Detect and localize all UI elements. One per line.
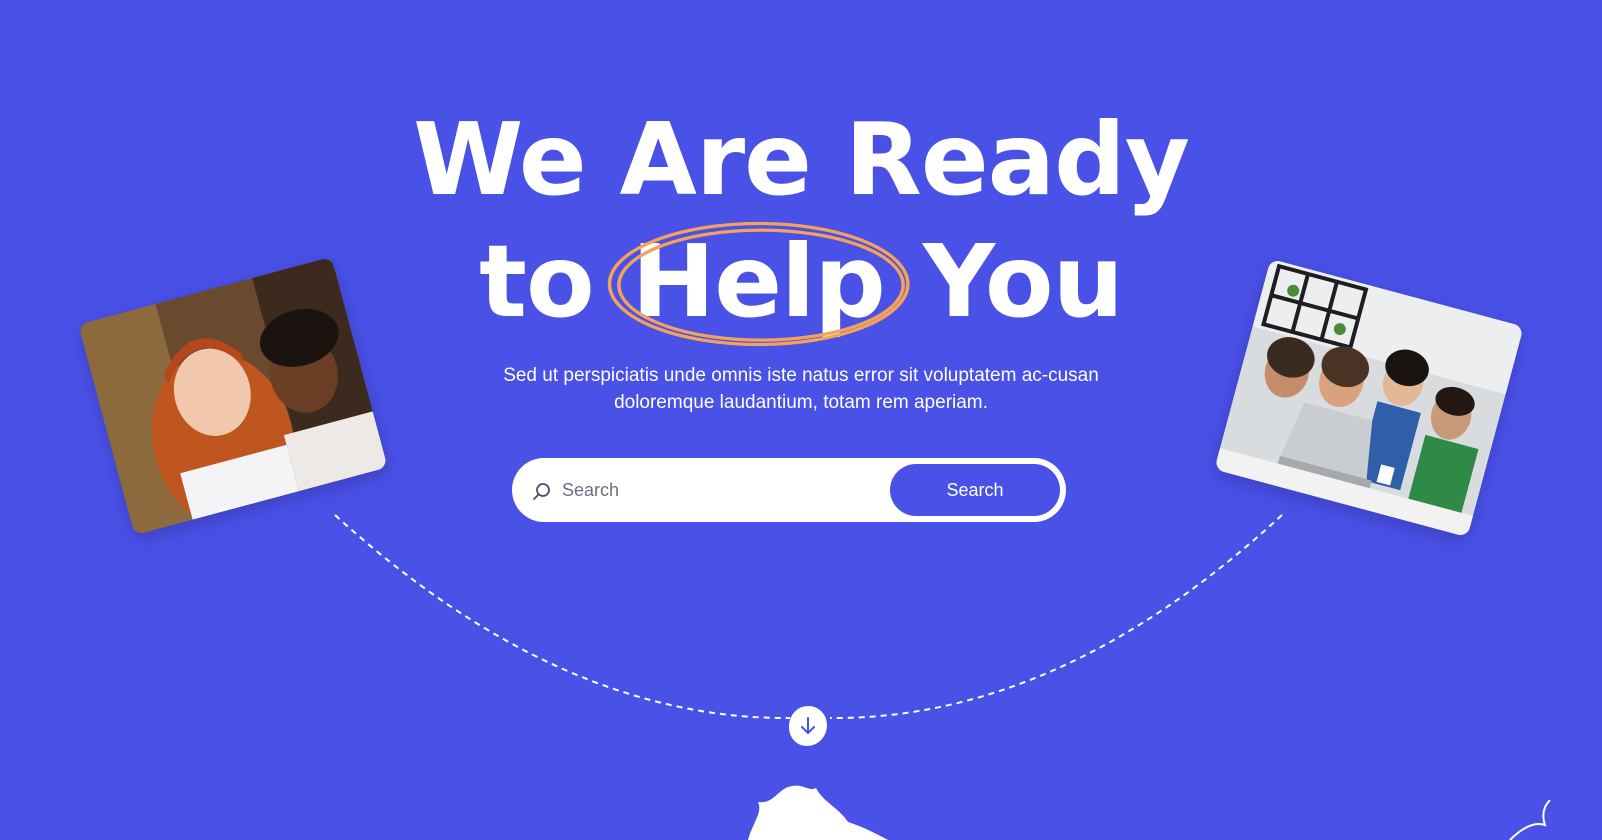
scroll-down-button[interactable] bbox=[789, 706, 827, 746]
hero-subtitle: Sed ut perspiciatis unde omnis iste natu… bbox=[503, 365, 1099, 413]
search-input[interactable] bbox=[562, 470, 892, 510]
headline-word-you: You bbox=[922, 223, 1124, 340]
headline-word-help: Help bbox=[631, 223, 886, 340]
line-decoration bbox=[1509, 800, 1551, 840]
search-button[interactable]: Search bbox=[890, 464, 1060, 516]
headline-highlight: Help bbox=[607, 221, 910, 347]
headline-line-1: We Are Ready bbox=[413, 101, 1190, 218]
cloud-shape-decoration bbox=[748, 785, 888, 840]
headline-word-to: to bbox=[479, 223, 595, 340]
arrow-down-icon bbox=[801, 717, 815, 734]
search-bar: Search bbox=[512, 458, 1066, 522]
hero-section: We Are Ready to Help You Sed ut perspici… bbox=[0, 0, 1602, 840]
search-icon bbox=[533, 483, 550, 500]
